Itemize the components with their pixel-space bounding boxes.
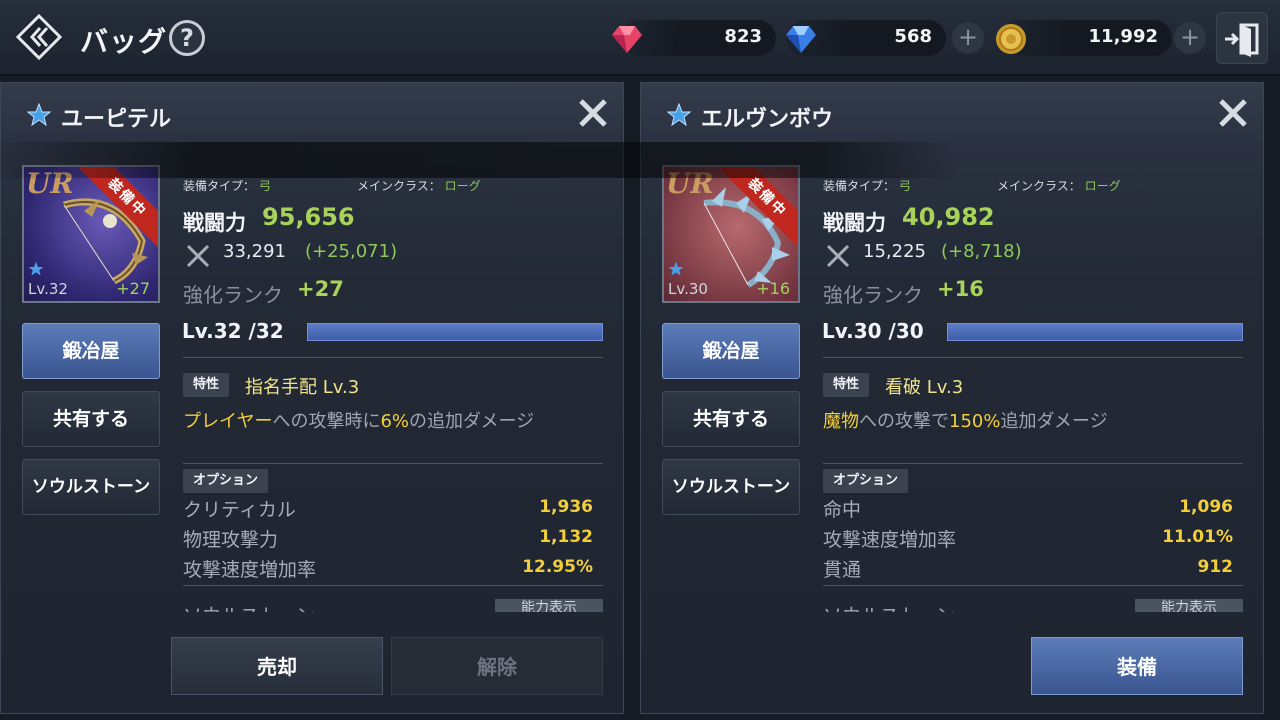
- item-name: エルヴンボウ: [701, 107, 834, 132]
- enhance-rank-label: 強化ランク: [183, 283, 283, 307]
- divider: [823, 357, 1243, 358]
- share-button[interactable]: 共有する: [662, 391, 800, 447]
- level-text: Lv.30 /30: [822, 319, 924, 343]
- rarity-badge: UR: [26, 167, 74, 200]
- ruby-count: 823: [724, 26, 762, 47]
- item-thumbnail[interactable]: UR 装備中 Lv.32 +27: [22, 165, 160, 303]
- enhance-rank-label: 強化ランク: [823, 283, 923, 307]
- divider: [183, 357, 603, 358]
- main-class: メインクラス： ローグ: [357, 179, 481, 193]
- item-thumbnail[interactable]: UR 装備中 Lv.30 +16: [662, 165, 800, 303]
- trait-name: 指名手配 Lv.3: [245, 377, 360, 398]
- item-panel-left: ユーピテル UR 装備中 Lv.32 +27 鍛冶屋 共有する ソウルストーン …: [0, 82, 624, 714]
- trait-tag: 特性: [823, 373, 870, 397]
- help-button[interactable]: ?: [169, 20, 205, 56]
- soulstone-section-clipped: ソウルストーン 能力表示: [183, 599, 603, 612]
- soulstone-button[interactable]: ソウルストーン: [22, 459, 160, 515]
- back-icon[interactable]: [16, 14, 62, 60]
- item-level: Lv.30: [668, 280, 708, 298]
- sapphire-gem-icon: [786, 26, 816, 53]
- divider: [183, 585, 603, 586]
- sapphire-add-button[interactable]: +: [952, 22, 984, 54]
- options-tag: オプション: [183, 469, 269, 493]
- trait-description: 魔物への攻撃で150%追加ダメージ: [823, 411, 1108, 432]
- equip-type: 装備タイプ： 弓: [823, 179, 911, 193]
- ability-view-button[interactable]: 能力表示: [1135, 599, 1243, 612]
- sapphire-count: 568: [894, 26, 932, 47]
- trait-name: 看破 Lv.3: [885, 377, 964, 398]
- ruby-gem-icon: [612, 26, 642, 53]
- item-panel-right: エルヴンボウ UR 装備中 Lv.30 +16 鍛冶屋 共有する ソウルストーン…: [640, 82, 1264, 714]
- attack-value: 15,225: [863, 241, 926, 262]
- top-bar: バッグ ? 823 568 + 11,992 +: [0, 0, 1280, 76]
- soulstone-button[interactable]: ソウルストーン: [662, 459, 800, 515]
- level-progress-bar: [947, 323, 1243, 341]
- unequip-button[interactable]: 解除: [391, 637, 603, 695]
- exit-button[interactable]: [1216, 12, 1268, 64]
- equip-button[interactable]: 装備: [1031, 637, 1243, 695]
- trait-description: プレイヤーへの攻撃時に6%の追加ダメージ: [183, 411, 535, 432]
- enhance-rank-value: +27: [297, 277, 344, 301]
- star-icon: [667, 103, 691, 127]
- ability-view-button[interactable]: 能力表示: [495, 599, 603, 612]
- level-progress-bar: [307, 323, 603, 341]
- divider: [183, 463, 603, 464]
- option-row: 命中 1,096: [823, 497, 1233, 521]
- gold-add-button[interactable]: +: [1174, 22, 1206, 54]
- level-text: Lv.32 /32: [182, 319, 284, 343]
- crossed-swords-icon: [186, 244, 210, 268]
- enhance-rank-value: +16: [937, 277, 984, 301]
- combat-power-label: 戦闘力: [823, 211, 886, 235]
- item-name: ユーピテル: [61, 107, 172, 132]
- option-row: 貫通 912: [823, 557, 1233, 581]
- option-row: 攻撃速度増加率 11.01%: [823, 527, 1233, 551]
- star-icon: [27, 103, 51, 127]
- share-button[interactable]: 共有する: [22, 391, 160, 447]
- rarity-badge: UR: [666, 167, 714, 200]
- page-title: バッグ: [80, 25, 168, 58]
- close-icon[interactable]: [577, 97, 609, 129]
- main-class: メインクラス： ローグ: [997, 179, 1121, 193]
- trait-tag: 特性: [183, 373, 230, 397]
- item-plus: +27: [116, 279, 150, 298]
- close-icon[interactable]: [1217, 97, 1249, 129]
- sell-button[interactable]: 売却: [171, 637, 383, 695]
- option-row: クリティカル 1,936: [183, 497, 593, 521]
- soulstone-section-clipped: ソウルストーン 能力表示: [823, 599, 1243, 612]
- equip-type: 装備タイプ： 弓: [183, 179, 271, 193]
- gold-coin-icon: [996, 24, 1026, 54]
- item-level: Lv.32: [28, 280, 68, 298]
- divider: [823, 463, 1243, 464]
- item-plus: +16: [756, 279, 790, 298]
- star-icon: [668, 261, 684, 276]
- exit-door-icon: [1225, 23, 1259, 57]
- combat-power-value: 40,982: [902, 203, 995, 231]
- option-row: 攻撃速度増加率 12.95%: [183, 557, 593, 581]
- options-tag: オプション: [823, 469, 909, 493]
- gold-count: 11,992: [1088, 26, 1158, 47]
- divider: [823, 585, 1243, 586]
- attack-bonus: (+8,718): [941, 241, 1022, 262]
- attack-value: 33,291: [223, 241, 286, 262]
- crossed-swords-icon: [826, 244, 850, 268]
- option-row: 物理攻撃力 1,132: [183, 527, 593, 551]
- attack-bonus: (+25,071): [305, 241, 398, 262]
- blacksmith-button[interactable]: 鍛冶屋: [22, 323, 160, 379]
- combat-power-label: 戦闘力: [183, 211, 246, 235]
- blacksmith-button[interactable]: 鍛冶屋: [662, 323, 800, 379]
- star-icon: [28, 261, 44, 276]
- combat-power-value: 95,656: [262, 203, 355, 231]
